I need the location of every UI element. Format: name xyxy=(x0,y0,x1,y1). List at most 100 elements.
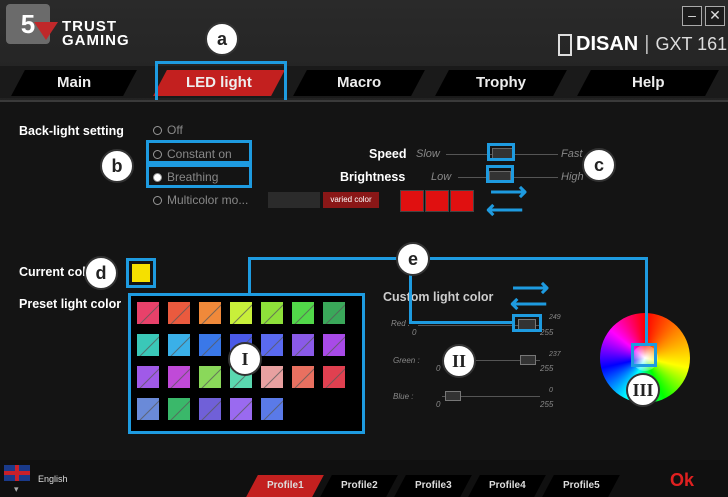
preset-swatch[interactable] xyxy=(137,366,159,388)
preset-swatch[interactable] xyxy=(168,366,190,388)
profile-tab-2-label: Profile2 xyxy=(340,480,378,491)
red-min: 0 xyxy=(412,328,417,337)
arrow-left-icon: ⟵ xyxy=(486,194,524,224)
device-name: DISAN xyxy=(576,33,639,55)
app-window: 5 TRUST GAMING – ✕ DISAN | GXT 161 Main LE… xyxy=(0,0,728,497)
profile-tab-2[interactable]: Profile2 xyxy=(320,475,398,497)
highlight-c-speed xyxy=(487,143,515,161)
radio-multicolor-label: Multicolor mo... xyxy=(167,193,249,207)
red-value: 249 xyxy=(549,314,561,321)
radio-off-dot xyxy=(153,126,162,136)
preset-swatch[interactable] xyxy=(168,302,190,324)
tab-help-label: Help xyxy=(631,74,665,91)
profile-tab-4-label: Profile4 xyxy=(488,480,526,491)
brightness-min-label: Low xyxy=(431,171,452,183)
profile-tab-1[interactable]: Profile1 xyxy=(246,475,324,497)
highlight-e xyxy=(512,314,542,332)
language-selector[interactable]: English xyxy=(38,474,68,484)
connector-e-right-horizontal xyxy=(430,257,648,260)
speed-min-label: Slow xyxy=(416,148,440,160)
multicolor-swatch-1[interactable] xyxy=(400,190,424,212)
profile-tab-1-label: Profile1 xyxy=(266,480,304,491)
current-color-swatch xyxy=(132,264,150,282)
tab-main[interactable]: Main xyxy=(11,70,137,96)
highlight-iii xyxy=(631,343,657,367)
connector-e-right-vertical xyxy=(645,257,648,345)
profile-tab-3[interactable]: Profile3 xyxy=(394,475,472,497)
preset-swatch[interactable] xyxy=(261,366,283,388)
tab-trophy-label: Trophy xyxy=(475,74,526,91)
preset-swatch[interactable] xyxy=(230,302,252,324)
profile-tab-4[interactable]: Profile4 xyxy=(468,475,546,497)
callout-III: III xyxy=(626,373,660,407)
preset-swatch[interactable] xyxy=(168,398,190,420)
minimize-button[interactable]: – xyxy=(682,6,702,26)
radio-off[interactable]: Off xyxy=(153,123,183,137)
brightness-label: Brightness xyxy=(340,170,406,184)
varied-color-button[interactable]: varied color xyxy=(323,192,379,208)
highlight-a xyxy=(155,61,287,103)
battery-icon xyxy=(558,34,572,56)
trust-logo-icon xyxy=(34,22,58,40)
radio-multicolor[interactable]: Multicolor mo... xyxy=(153,193,248,207)
tab-trophy[interactable]: Trophy xyxy=(435,70,567,96)
preset-swatch[interactable] xyxy=(292,334,314,356)
close-button[interactable]: ✕ xyxy=(705,6,725,26)
tab-main-label: Main xyxy=(56,74,92,91)
profile-tab-5-label: Profile5 xyxy=(562,480,600,491)
connector-e-left-vertical xyxy=(248,257,251,295)
callout-e: e xyxy=(396,242,430,276)
multicolor-swatch-2[interactable] xyxy=(425,190,449,212)
callout-b: b xyxy=(100,149,134,183)
blue-max: 255 xyxy=(540,400,554,409)
blue-value: 0 xyxy=(549,387,553,394)
profile-tab-3-label: Profile3 xyxy=(414,480,452,491)
callout-II: II xyxy=(442,344,476,378)
backlight-label: Back-light setting xyxy=(19,124,124,138)
red-label: Red : xyxy=(391,319,411,328)
multicolor-swatch-3[interactable] xyxy=(450,190,474,212)
preset-swatch[interactable] xyxy=(323,366,345,388)
preset-swatch[interactable] xyxy=(199,334,221,356)
green-label: Green : xyxy=(393,356,420,365)
preset-swatch[interactable] xyxy=(292,366,314,388)
tab-help[interactable]: Help xyxy=(577,70,719,96)
green-max: 255 xyxy=(540,364,554,373)
highlight-b-constant xyxy=(146,140,252,164)
callout-I: I xyxy=(228,342,262,376)
green-slider-handle[interactable] xyxy=(520,355,536,365)
preset-swatch[interactable] xyxy=(137,302,159,324)
preset-swatch[interactable] xyxy=(323,302,345,324)
blue-slider-handle[interactable] xyxy=(445,391,461,401)
preset-swatch[interactable] xyxy=(199,398,221,420)
preset-swatch[interactable] xyxy=(323,334,345,356)
blue-label: Blue : xyxy=(393,392,414,401)
connector-e-left-horizontal xyxy=(248,257,397,260)
device-label: DISAN | GXT 161 xyxy=(576,33,727,56)
language-dropdown-icon[interactable]: ▾ xyxy=(14,484,19,495)
green-value: 237 xyxy=(549,351,561,358)
preset-swatch[interactable] xyxy=(230,398,252,420)
device-model: GXT 161 xyxy=(655,34,728,54)
highlight-b-breathing xyxy=(146,164,252,188)
connector-e-to-slider xyxy=(409,321,514,324)
preset-swatch[interactable] xyxy=(199,366,221,388)
radio-multicolor-dot xyxy=(153,196,162,206)
callout-c: c xyxy=(582,148,616,182)
preset-swatch[interactable] xyxy=(168,334,190,356)
callout-d: d xyxy=(84,256,118,290)
preset-swatch[interactable] xyxy=(199,302,221,324)
profile-tab-5[interactable]: Profile5 xyxy=(542,475,620,497)
preset-swatch[interactable] xyxy=(261,398,283,420)
red-max: 255 xyxy=(540,328,554,337)
radio-off-label: Off xyxy=(167,123,183,137)
device-separator: | xyxy=(644,33,650,55)
preset-swatch[interactable] xyxy=(261,334,283,356)
multicolor-input[interactable] xyxy=(268,192,320,208)
preset-swatch[interactable] xyxy=(137,398,159,420)
preset-swatch[interactable] xyxy=(261,302,283,324)
ok-button[interactable]: Ok xyxy=(670,470,694,491)
preset-swatch[interactable] xyxy=(292,302,314,324)
tab-macro[interactable]: Macro xyxy=(293,70,425,96)
preset-swatch[interactable] xyxy=(137,334,159,356)
